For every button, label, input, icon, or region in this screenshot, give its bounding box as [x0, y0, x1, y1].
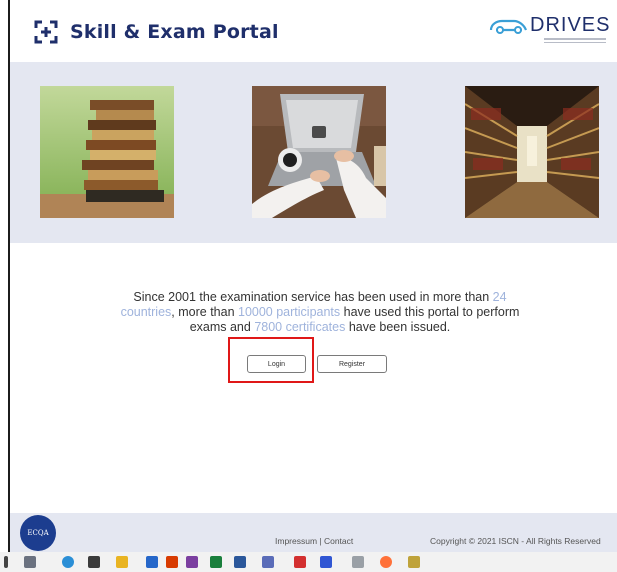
store-icon[interactable] [88, 556, 100, 568]
participants-count: 10000 participants [238, 305, 341, 319]
onenote-icon[interactable] [262, 556, 274, 568]
header: Skill & Exam Portal DRIVES [10, 0, 617, 62]
copyright-text: Copyright © 2021 ISCN - All Rights Reser… [430, 536, 601, 546]
certificates-count: 7800 certificates [254, 320, 346, 334]
portal-title: Skill & Exam Portal [70, 21, 279, 43]
office-icon[interactable] [166, 556, 178, 568]
brackets-plus-icon [34, 20, 58, 44]
car-outline-icon [489, 19, 528, 34]
drives-logo[interactable]: DRIVES [488, 14, 611, 43]
register-button[interactable]: Register [317, 355, 387, 373]
taskbar-edge-icon[interactable] [4, 556, 8, 568]
excel-icon[interactable] [210, 556, 222, 568]
footer: ECQA Impressum | Contact Copyright © 202… [10, 513, 617, 552]
firefox-icon[interactable] [380, 556, 392, 568]
ecqa-logo-text: ECQA [27, 529, 49, 537]
edge-browser-icon[interactable] [62, 556, 74, 568]
main-content: Since 2001 the examination service has b… [10, 243, 617, 513]
laptop-photo [252, 86, 386, 218]
word-icon[interactable] [234, 556, 246, 568]
pdf-icon[interactable] [294, 556, 306, 568]
portal-description: Since 2001 the examination service has b… [110, 290, 530, 335]
pen-icon[interactable] [408, 556, 420, 568]
footer-links[interactable]: Impressum | Contact [275, 536, 353, 546]
countries-word: countries [120, 305, 172, 319]
desc-text: , more than [171, 305, 238, 319]
drives-tagline [544, 38, 606, 46]
books-stack-photo [40, 86, 174, 218]
teams-icon[interactable] [186, 556, 198, 568]
drives-wordmark: DRIVES [530, 14, 611, 36]
mail-icon[interactable] [146, 556, 158, 568]
library-photo [465, 86, 599, 218]
taskbar [0, 552, 617, 572]
app-icon[interactable] [352, 556, 364, 568]
task-view-icon[interactable] [24, 556, 36, 568]
outlook-icon[interactable] [320, 556, 332, 568]
portal-logo[interactable]: Skill & Exam Portal [34, 20, 279, 44]
desc-text: have been issued. [345, 320, 451, 334]
login-button[interactable]: Login [247, 355, 306, 373]
countries-count: 24 [492, 290, 507, 304]
file-explorer-icon[interactable] [116, 556, 128, 568]
ecqa-logo[interactable]: ECQA [20, 515, 56, 551]
desc-text: Since 2001 the examination service has b… [133, 290, 493, 304]
